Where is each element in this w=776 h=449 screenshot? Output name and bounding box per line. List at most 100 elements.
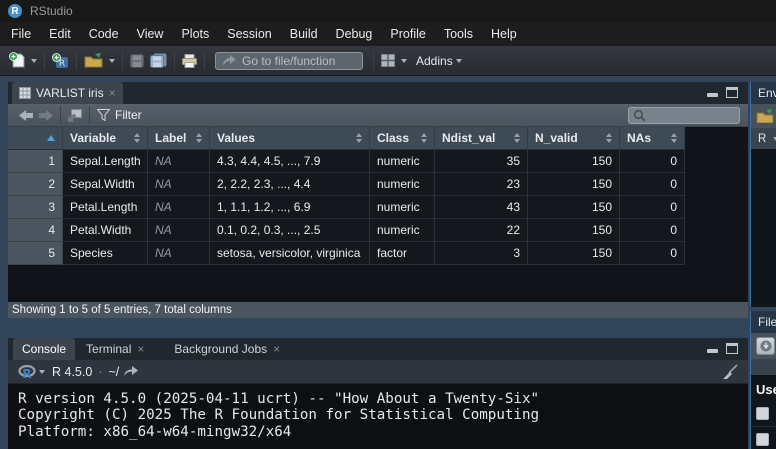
header-label[interactable]: Label [148, 127, 210, 150]
environment-content [751, 149, 776, 307]
console-toolbar: R R 4.5.0 · ~/ [8, 360, 748, 384]
cell-nas: 0 [620, 219, 685, 242]
search-icon [633, 109, 646, 122]
header-variable[interactable]: Variable [63, 127, 148, 150]
cell-label: NA [148, 173, 210, 196]
addins-button[interactable]: Addins [416, 54, 453, 68]
r-logo-icon[interactable]: R [18, 365, 36, 379]
header-rownum[interactable] [8, 127, 63, 150]
goto-directory-icon[interactable] [124, 366, 138, 377]
source-tab-bar: VARLIST iris [8, 82, 748, 104]
row-number: 2 [8, 173, 63, 196]
table-row[interactable]: 2 Sepal.Width NA 2, 2.2, 2.3, ..., 4.4 n… [8, 173, 748, 196]
tab-close-icon[interactable] [137, 343, 144, 355]
show-in-new-window-button[interactable] [65, 103, 85, 127]
menu-code[interactable]: Code [80, 22, 128, 46]
new-file-caret-icon[interactable] [31, 59, 37, 63]
tab-close-icon[interactable] [109, 87, 116, 99]
environment-pane-header[interactable]: Environment [751, 82, 776, 104]
table-row[interactable]: 3 Petal.Length NA 1, 1.1, 1.2, ..., 6.9 … [8, 196, 748, 219]
print-button[interactable] [179, 49, 200, 73]
table-row[interactable]: 4 Petal.Width NA 0.1, 0.2, 0.3, ..., 2.5… [8, 219, 748, 242]
minimize-icon[interactable] [707, 93, 718, 97]
menu-build[interactable]: Build [281, 22, 327, 46]
new-project-button[interactable]: R [49, 49, 72, 73]
broom-icon [721, 364, 738, 379]
menu-edit[interactable]: Edit [40, 22, 80, 46]
addins-caret-icon[interactable] [456, 59, 462, 63]
source-pane-window-controls [707, 87, 738, 98]
tab-varlist-iris[interactable]: VARLIST iris [12, 82, 123, 104]
tab-console[interactable]: Console [13, 338, 75, 360]
load-workspace-folder-icon[interactable] [756, 109, 774, 123]
rstudio-window: R RStudio File Edit Code View Plots Sess… [0, 0, 776, 449]
cell-nas: 0 [620, 150, 685, 173]
file-row[interactable] [751, 401, 776, 427]
entries-summary: Showing 1 to 5 of 5 entries, 7 total col… [12, 304, 232, 316]
cell-label: NA [148, 242, 210, 265]
main-toolbar: R Go to file/function Addins [0, 46, 776, 76]
header-class[interactable]: Class [370, 127, 435, 150]
table-search-input[interactable] [628, 107, 740, 124]
files-pane-header[interactable]: Files [751, 311, 776, 333]
nav-forward-button[interactable] [36, 103, 56, 127]
r-version-label: R 4.5.0 [52, 365, 92, 379]
pane-layout-caret-icon[interactable] [401, 59, 407, 63]
tab-close-icon[interactable] [273, 343, 280, 355]
new-project-icon: R [52, 53, 69, 69]
table-row[interactable]: 5 Species NA setosa, versicolor, virgini… [8, 242, 748, 265]
cell-label: NA [148, 196, 210, 219]
filter-button[interactable]: Filter [94, 103, 145, 127]
rstudio-logo-icon: R [8, 4, 22, 18]
open-file-button[interactable] [81, 49, 106, 73]
new-file-button[interactable] [6, 49, 28, 73]
path-separator: · [98, 365, 102, 379]
console-output[interactable]: R version 4.5.0 (2025-04-11 ucrt) -- "Ho… [8, 384, 748, 449]
sort-icon [606, 133, 612, 143]
header-ndist-val[interactable]: Ndist_val [435, 127, 528, 150]
menu-tools[interactable]: Tools [435, 22, 482, 46]
goto-arrow-icon [222, 55, 236, 67]
cell-class: numeric [370, 150, 435, 173]
open-file-caret-icon[interactable] [109, 59, 115, 63]
file-row[interactable] [751, 427, 776, 449]
clear-console-button[interactable] [721, 364, 738, 382]
cell-ndist-val: 35 [435, 150, 528, 173]
header-n-valid[interactable]: N_valid [528, 127, 620, 150]
row-number: 4 [8, 219, 63, 242]
files-action-button[interactable] [756, 337, 775, 355]
tab-title: VARLIST iris [36, 86, 104, 100]
pane-grid-icon [381, 54, 395, 67]
menu-view[interactable]: View [128, 22, 173, 46]
menu-help[interactable]: Help [482, 22, 526, 46]
cell-nas: 0 [620, 173, 685, 196]
header-nas[interactable]: NAs [620, 127, 685, 150]
cell-variable: Petal.Length [63, 196, 148, 219]
maximize-icon[interactable] [726, 343, 738, 354]
menu-profile[interactable]: Profile [381, 22, 434, 46]
menu-plots[interactable]: Plots [172, 22, 218, 46]
menu-debug[interactable]: Debug [327, 22, 382, 46]
files-content: User [751, 375, 776, 449]
file-checkbox[interactable] [756, 433, 769, 446]
save-all-button[interactable] [147, 49, 170, 73]
file-checkbox[interactable] [756, 407, 769, 420]
save-button[interactable] [127, 49, 147, 73]
header-values[interactable]: Values [210, 127, 370, 150]
minimize-icon[interactable] [707, 349, 718, 353]
r-version-caret-icon[interactable] [39, 370, 45, 374]
goto-file-input[interactable]: Go to file/function [215, 52, 363, 70]
table-row[interactable]: 1 Sepal.Length NA 4.3, 4.4, 4.5, ..., 7.… [8, 150, 748, 173]
files-pane: Files User [750, 311, 776, 449]
cell-ndist-val: 23 [435, 173, 528, 196]
environment-scope-dropdown[interactable]: R [751, 128, 776, 149]
menu-file[interactable]: File [2, 22, 40, 46]
pane-layout-button[interactable] [378, 49, 398, 73]
maximize-icon[interactable] [726, 87, 738, 98]
tab-terminal[interactable]: Terminal [77, 338, 153, 360]
tab-background-jobs[interactable]: Background Jobs [165, 338, 289, 360]
cell-nas: 0 [620, 196, 685, 219]
menu-session[interactable]: Session [218, 22, 280, 46]
nav-back-button[interactable] [16, 103, 36, 127]
print-icon [182, 54, 197, 68]
